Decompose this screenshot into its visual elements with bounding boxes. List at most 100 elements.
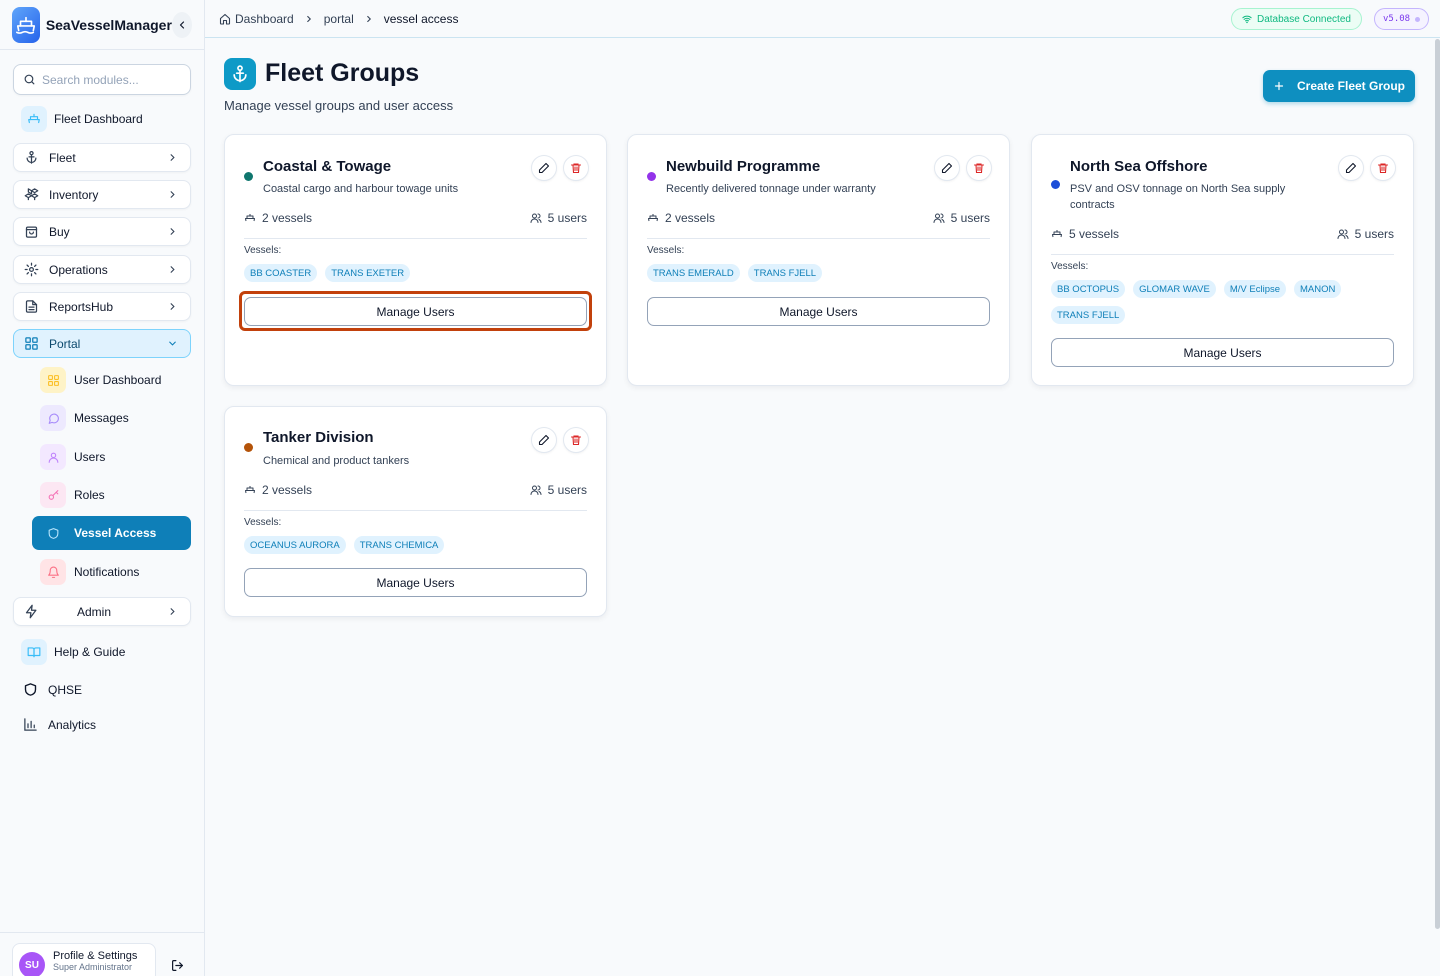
- breadcrumb: Dashboard portal vessel access: [219, 12, 458, 26]
- divider: [244, 238, 587, 239]
- fleet-group-card: North Sea Offshore PSV and OSV tonnage o…: [1031, 134, 1414, 386]
- edit-group-button[interactable]: [531, 155, 557, 181]
- users-icon: [933, 213, 945, 223]
- boxes-icon: [24, 188, 39, 201]
- version-badge: v5.08: [1374, 8, 1430, 30]
- ship-icon: [245, 214, 255, 222]
- create-fleet-group-button[interactable]: Create Fleet Group: [1263, 70, 1415, 102]
- main-content: Fleet Groups Manage vessel groups and us…: [205, 39, 1435, 976]
- bar-chart-icon: [24, 718, 37, 731]
- app-name: SeaVesselManager: [45, 16, 172, 33]
- create-fleet-group-label: Create Fleet Group: [1296, 79, 1406, 93]
- breadcrumb-portal[interactable]: portal: [324, 12, 354, 26]
- edit-group-button[interactable]: [934, 155, 960, 181]
- profile-settings-button[interactable]: SU Profile & Settings Super Administrato…: [12, 943, 156, 976]
- profile-name: Profile & Settings: [53, 950, 138, 962]
- sidebar-item-inventory[interactable]: Inventory: [13, 180, 191, 209]
- key-icon: [40, 482, 66, 508]
- sidebar-item-admin[interactable]: Admin: [13, 597, 191, 626]
- delete-group-button[interactable]: [563, 155, 589, 181]
- chevron-down-icon: [167, 338, 178, 349]
- user-count: 5 users: [547, 211, 587, 225]
- group-color-dot: [244, 443, 253, 452]
- group-description: PSV and OSV tonnage on North Sea supply …: [1070, 183, 1286, 211]
- sidebar-item-portal[interactable]: Portal: [13, 329, 191, 358]
- trash-icon: [570, 435, 582, 446]
- book-open-icon: [21, 639, 47, 665]
- edit-group-button[interactable]: [531, 427, 557, 453]
- search-input[interactable]: [42, 72, 182, 87]
- version-dot: [1415, 16, 1421, 22]
- sidebar-item-label: Portal: [49, 336, 81, 351]
- plus-icon: [1273, 80, 1285, 92]
- delete-group-button[interactable]: [563, 427, 589, 453]
- sidebar-item-reportshub[interactable]: ReportsHub: [13, 292, 191, 321]
- divider: [1051, 254, 1394, 255]
- sidebar-item-operations[interactable]: Operations: [13, 255, 191, 284]
- zap-icon: [25, 604, 37, 619]
- sidebar-item-user-dashboard[interactable]: User Dashboard: [32, 363, 191, 397]
- breadcrumb-current: vessel access: [383, 12, 459, 26]
- profile-area: SU Profile & Settings Super Administrato…: [0, 932, 205, 976]
- chevron-right-icon: [167, 264, 178, 275]
- vessel-tag: MANON: [1294, 280, 1342, 298]
- manage-users-button[interactable]: Manage Users: [244, 568, 587, 597]
- sidebar-item-label: Notifications: [74, 565, 140, 579]
- divider: [244, 510, 587, 511]
- chevron-right-icon: [167, 152, 178, 163]
- sidebar-item-label: Admin: [77, 604, 112, 619]
- fleet-group-card: Tanker Division Chemical and product tan…: [224, 406, 607, 617]
- ship-logo-icon: [12, 6, 40, 43]
- manage-users-button[interactable]: Manage Users: [647, 297, 990, 326]
- pencil-icon: [941, 162, 953, 174]
- sidebar-item-roles[interactable]: Roles: [32, 478, 191, 512]
- fleet-group-card: Newbuild Programme Recently delivered to…: [627, 134, 1010, 386]
- vessels-label: Vessels:: [244, 245, 282, 256]
- anchor-icon: [26, 150, 37, 164]
- group-name: North Sea Offshore: [1070, 158, 1208, 175]
- sidebar-item-fleet[interactable]: Fleet: [13, 143, 191, 172]
- sidebar-item-vessel-access[interactable]: Vessel Access: [32, 516, 191, 550]
- logout-icon[interactable]: [171, 959, 184, 976]
- database-status-text: Database Connected: [1257, 13, 1351, 25]
- chevron-right-icon: [364, 14, 374, 24]
- sidebar-item-messages[interactable]: Messages: [32, 401, 191, 435]
- chevron-right-icon: [167, 606, 178, 617]
- group-color-dot: [1051, 180, 1060, 189]
- pencil-icon: [1345, 162, 1357, 174]
- edit-group-button[interactable]: [1338, 155, 1364, 181]
- sidebar-item-label: Fleet: [49, 150, 76, 165]
- scrollbar[interactable]: [1435, 39, 1440, 929]
- manage-users-button[interactable]: Manage Users: [244, 297, 587, 326]
- ship-icon: [648, 214, 658, 222]
- sidebar-item-analytics[interactable]: Analytics: [13, 710, 191, 739]
- database-status-badge: Database Connected: [1231, 8, 1362, 30]
- delete-group-button[interactable]: [1370, 155, 1396, 181]
- sidebar: SeaVesselManager Fleet Dashboard Fleet I…: [0, 0, 205, 976]
- collapse-sidebar-button[interactable]: [171, 11, 192, 38]
- module-search[interactable]: [13, 64, 191, 95]
- users-icon: [530, 485, 542, 495]
- sidebar-item-notifications[interactable]: Notifications: [32, 555, 191, 589]
- layout-grid-icon: [25, 337, 38, 350]
- file-text-icon: [25, 300, 38, 313]
- group-name: Tanker Division: [263, 429, 374, 446]
- sidebar-item-users[interactable]: Users: [32, 440, 191, 474]
- anchor-icon: [224, 58, 256, 90]
- group-description: Coastal cargo and harbour towage units: [263, 183, 459, 195]
- group-name: Coastal & Towage: [263, 158, 392, 175]
- sidebar-item-help[interactable]: Help & Guide: [13, 637, 191, 667]
- sidebar-item-qhse[interactable]: QHSE: [13, 675, 191, 704]
- delete-group-button[interactable]: [966, 155, 992, 181]
- user-count: 5 users: [547, 483, 587, 497]
- sidebar-item-buy[interactable]: Buy: [13, 217, 191, 246]
- vessel-count: 2 vessels: [262, 483, 313, 497]
- users-icon: [530, 213, 542, 223]
- ship-icon: [245, 486, 255, 494]
- breadcrumb-dashboard[interactable]: Dashboard: [235, 12, 294, 26]
- manage-users-button[interactable]: Manage Users: [1051, 338, 1394, 367]
- version-text: v5.08: [1383, 14, 1411, 24]
- group-description: Recently delivered tonnage under warrant…: [666, 183, 876, 195]
- dashboard-icon: [40, 367, 66, 393]
- sidebar-item-fleet-dashboard[interactable]: Fleet Dashboard: [13, 104, 191, 134]
